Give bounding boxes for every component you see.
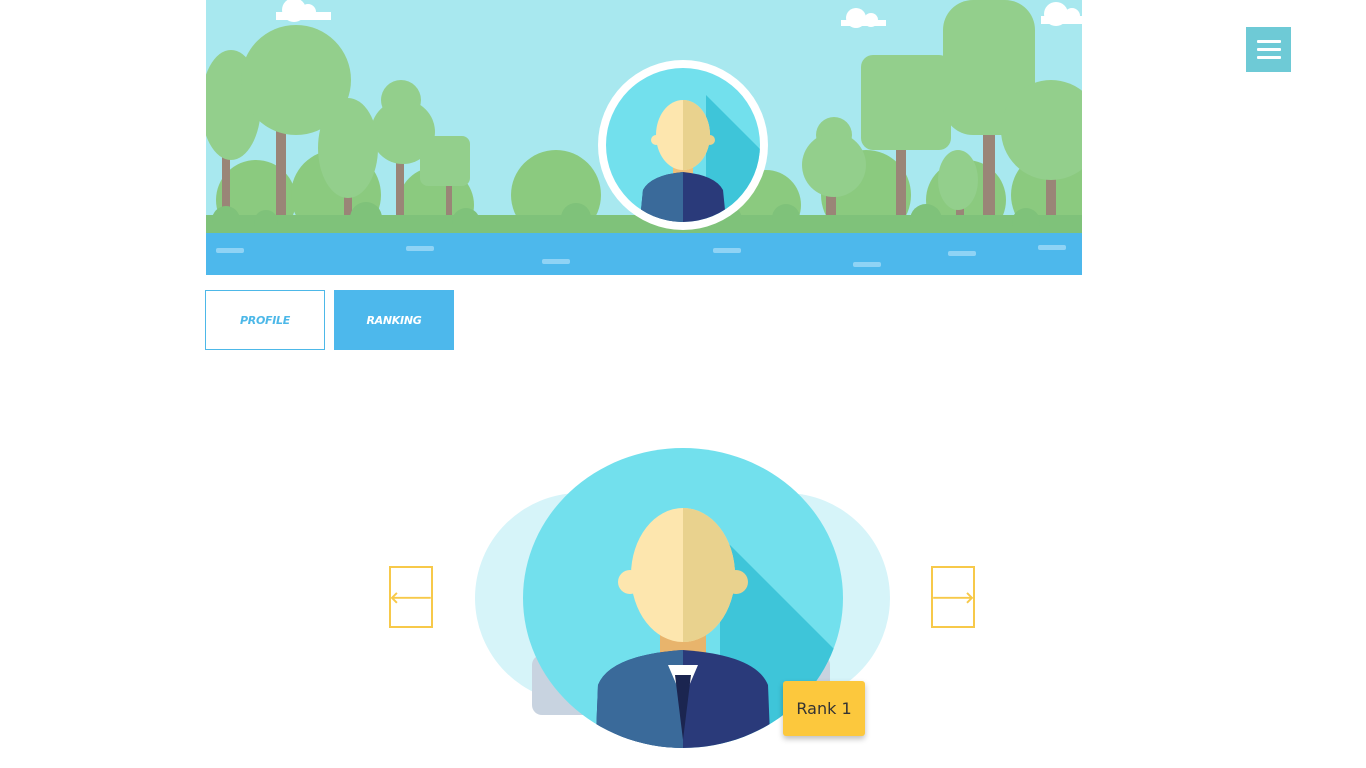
next-button[interactable]: 🡒 <box>931 566 975 628</box>
profile-banner <box>206 0 1082 275</box>
forest-landscape-illustration <box>206 0 1082 275</box>
prev-button[interactable]: 🡐 <box>389 566 433 628</box>
arrow-right-icon: 🡒 <box>931 588 975 607</box>
ranked-user-avatar <box>475 448 890 748</box>
tab-profile[interactable]: PROFILE <box>205 290 325 350</box>
rank-badge: Rank 1 <box>783 681 865 736</box>
ranking-slide <box>470 440 900 760</box>
arrow-left-icon: 🡐 <box>389 588 433 607</box>
tab-ranking[interactable]: RANKING <box>334 290 454 350</box>
hamburger-menu-icon <box>1256 40 1281 43</box>
hamburger-menu-button[interactable] <box>1246 27 1291 72</box>
